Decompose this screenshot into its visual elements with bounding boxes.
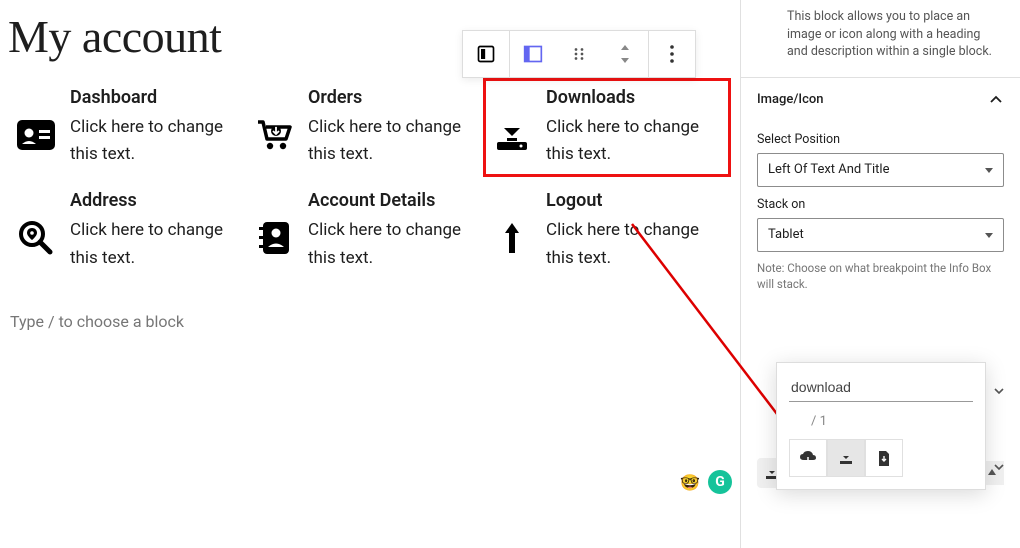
grammarly-icon[interactable]: G	[708, 470, 732, 494]
icon-search-input[interactable]	[789, 375, 973, 402]
panel-title: Image/Icon	[757, 92, 824, 107]
hidden-select-2[interactable]	[992, 460, 1006, 474]
block-description: This block allows you to place an image …	[741, 0, 1020, 77]
move-buttons[interactable]	[602, 31, 648, 77]
infobox-text[interactable]: Click here to change this text.	[70, 217, 246, 271]
stack-on-label: Stack on	[757, 197, 1004, 212]
infobox-dashboard[interactable]: Dashboard Click here to change this text…	[16, 87, 246, 168]
cart-icon	[254, 115, 294, 155]
infobox-text[interactable]: Click here to change this text.	[70, 114, 246, 168]
hidden-select-1[interactable]	[992, 384, 1006, 398]
chevron-up-icon	[988, 92, 1004, 108]
icon-search-popover: / 1	[776, 362, 986, 490]
infobox-text[interactable]: Click here to change this text.	[546, 217, 722, 271]
image-icon-panel: Image/Icon Select Position Left Of Text …	[741, 77, 1020, 308]
infobox-grid: Dashboard Click here to change this text…	[8, 87, 730, 272]
download-icon	[492, 115, 532, 155]
infobox-downloads[interactable]: Downloads Click here to change this text…	[483, 78, 731, 177]
infobox-account-details[interactable]: Account Details Click here to change thi…	[254, 190, 484, 271]
drag-handle[interactable]	[556, 31, 602, 77]
icon-result-download[interactable]	[827, 439, 865, 477]
settings-sidebar: This block allows you to place an image …	[740, 0, 1020, 548]
infobox-title[interactable]: Logout	[546, 190, 722, 211]
extension-icons: 🤓 G	[678, 470, 732, 494]
select-position[interactable]: Left Of Text And Title	[757, 153, 1004, 187]
layout-button[interactable]	[510, 31, 556, 77]
select-position-label: Select Position	[757, 132, 1004, 147]
block-toolbar	[462, 30, 696, 78]
panel-toggle[interactable]: Image/Icon	[741, 78, 1020, 122]
infobox-title[interactable]: Account Details	[308, 190, 484, 211]
infobox-text[interactable]: Click here to change this text.	[308, 217, 484, 271]
id-card-icon	[16, 115, 56, 155]
infobox-title[interactable]: Address	[70, 190, 246, 211]
block-type-button[interactable]	[463, 31, 509, 77]
stack-on-select[interactable]: Tablet	[757, 218, 1004, 252]
contacts-icon	[254, 218, 294, 258]
editor-canvas: My account	[0, 0, 740, 548]
stack-note: Note: Choose on what breakpoint the Info…	[757, 260, 1004, 292]
page-indicator: / 1	[811, 414, 973, 429]
emoji-icon[interactable]: 🤓	[678, 470, 702, 494]
search-location-icon	[16, 218, 56, 258]
icon-result-file-download[interactable]	[865, 439, 903, 477]
arrow-up-icon	[492, 218, 532, 258]
icon-result-cloud-download[interactable]	[789, 439, 827, 477]
infobox-text[interactable]: Click here to change this text.	[546, 114, 722, 168]
infobox-text[interactable]: Click here to change this text.	[308, 114, 484, 168]
infobox-title[interactable]: Downloads	[546, 87, 722, 108]
infobox-title[interactable]: Dashboard	[70, 87, 246, 108]
more-options-button[interactable]	[649, 31, 695, 77]
infobox-logout[interactable]: Logout Click here to change this text.	[492, 190, 722, 271]
infobox-orders[interactable]: Orders Click here to change this text.	[254, 87, 484, 168]
infobox-title[interactable]: Orders	[308, 87, 484, 108]
block-placeholder[interactable]: Type / to choose a block	[8, 312, 730, 331]
infobox-address[interactable]: Address Click here to change this text.	[16, 190, 246, 271]
